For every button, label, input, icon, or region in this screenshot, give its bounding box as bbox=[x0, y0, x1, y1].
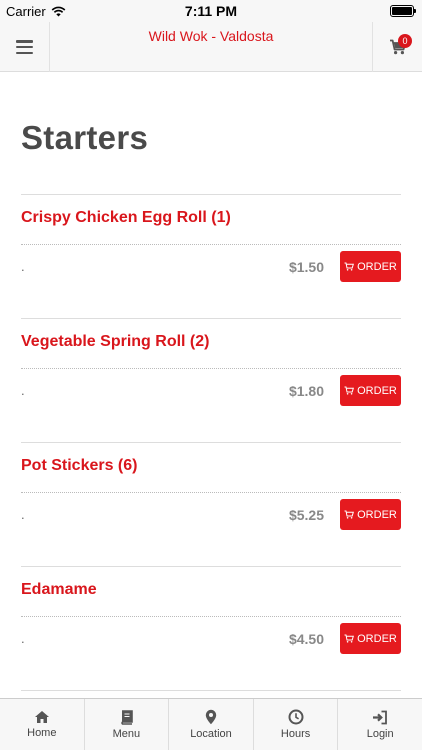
menu-toggle-button[interactable] bbox=[0, 22, 50, 72]
menu-item: Vegetable Spring Roll (2) . $1.80 ORDER bbox=[21, 319, 401, 443]
restaurant-title: Wild Wok - Valdosta bbox=[148, 28, 274, 44]
item-description: . bbox=[21, 383, 25, 398]
tab-location[interactable]: Location bbox=[169, 699, 254, 750]
item-price: $4.50 bbox=[288, 631, 324, 647]
order-button[interactable]: ORDER bbox=[340, 251, 401, 282]
tab-login[interactable]: Login bbox=[338, 699, 422, 750]
home-icon bbox=[34, 711, 49, 723]
order-button-label: ORDER bbox=[357, 632, 397, 645]
order-button[interactable]: ORDER bbox=[340, 623, 401, 654]
menu-content: Starters Crispy Chicken Egg Roll (1) . $… bbox=[0, 73, 422, 698]
status-time: 7:11 PM bbox=[184, 3, 238, 19]
item-name[interactable]: Edamame bbox=[21, 581, 97, 599]
item-price: $1.80 bbox=[288, 383, 324, 399]
item-price: $1.50 bbox=[288, 259, 324, 275]
menu-item: Crispy Chicken Egg Roll (1) . $1.50 ORDE… bbox=[21, 195, 401, 319]
dotted-divider bbox=[21, 244, 401, 245]
status-bar: Carrier 7:11 PM bbox=[0, 0, 422, 22]
tab-label: Login bbox=[366, 727, 394, 740]
cart-button[interactable]: 0 bbox=[372, 22, 422, 72]
item-description: . bbox=[21, 631, 25, 646]
order-button-label: ORDER bbox=[357, 508, 397, 521]
cart-icon bbox=[344, 262, 355, 271]
cart-icon bbox=[344, 634, 355, 643]
tab-label: Location bbox=[190, 728, 232, 740]
order-button[interactable]: ORDER bbox=[340, 375, 401, 406]
tab-label: Hours bbox=[280, 728, 311, 740]
item-name[interactable]: Pot Stickers (6) bbox=[21, 457, 137, 475]
tab-menu[interactable]: Menu bbox=[85, 699, 170, 750]
dotted-divider bbox=[21, 616, 401, 617]
tab-hours[interactable]: Hours bbox=[254, 699, 339, 750]
cart-icon bbox=[344, 386, 355, 395]
menu-item: Pot Stickers (6) . $5.25 ORDER bbox=[21, 443, 401, 567]
dotted-divider bbox=[21, 368, 401, 369]
item-name[interactable]: Crispy Chicken Egg Roll (1) bbox=[21, 209, 231, 227]
order-button-label: ORDER bbox=[357, 260, 397, 273]
item-description: . bbox=[21, 507, 25, 522]
section-title: Starters bbox=[21, 119, 149, 156]
item-name[interactable]: Vegetable Spring Roll (2) bbox=[21, 333, 209, 351]
item-divider bbox=[21, 690, 401, 691]
book-icon bbox=[121, 709, 134, 725]
menu-item: Edamame . $4.50 ORDER bbox=[21, 567, 401, 691]
battery-icon bbox=[390, 5, 416, 17]
clock-icon bbox=[288, 709, 304, 725]
login-icon bbox=[373, 710, 388, 724]
cart-icon bbox=[344, 510, 355, 519]
cart-count-badge: 0 bbox=[398, 34, 412, 48]
tab-label: Menu bbox=[112, 727, 141, 740]
tab-home[interactable]: Home bbox=[0, 699, 85, 750]
order-button-label: ORDER bbox=[357, 384, 397, 397]
location-pin-icon bbox=[205, 709, 217, 725]
item-description: . bbox=[21, 259, 25, 274]
bottom-tab-bar: Home Menu Location Hours Login bbox=[0, 698, 422, 750]
tab-label: Home bbox=[27, 727, 57, 739]
dotted-divider bbox=[21, 492, 401, 493]
app-header: Wild Wok - Valdosta 0 bbox=[0, 22, 422, 72]
item-price: $5.25 bbox=[288, 507, 324, 523]
order-button[interactable]: ORDER bbox=[340, 499, 401, 530]
hamburger-icon bbox=[16, 40, 33, 54]
